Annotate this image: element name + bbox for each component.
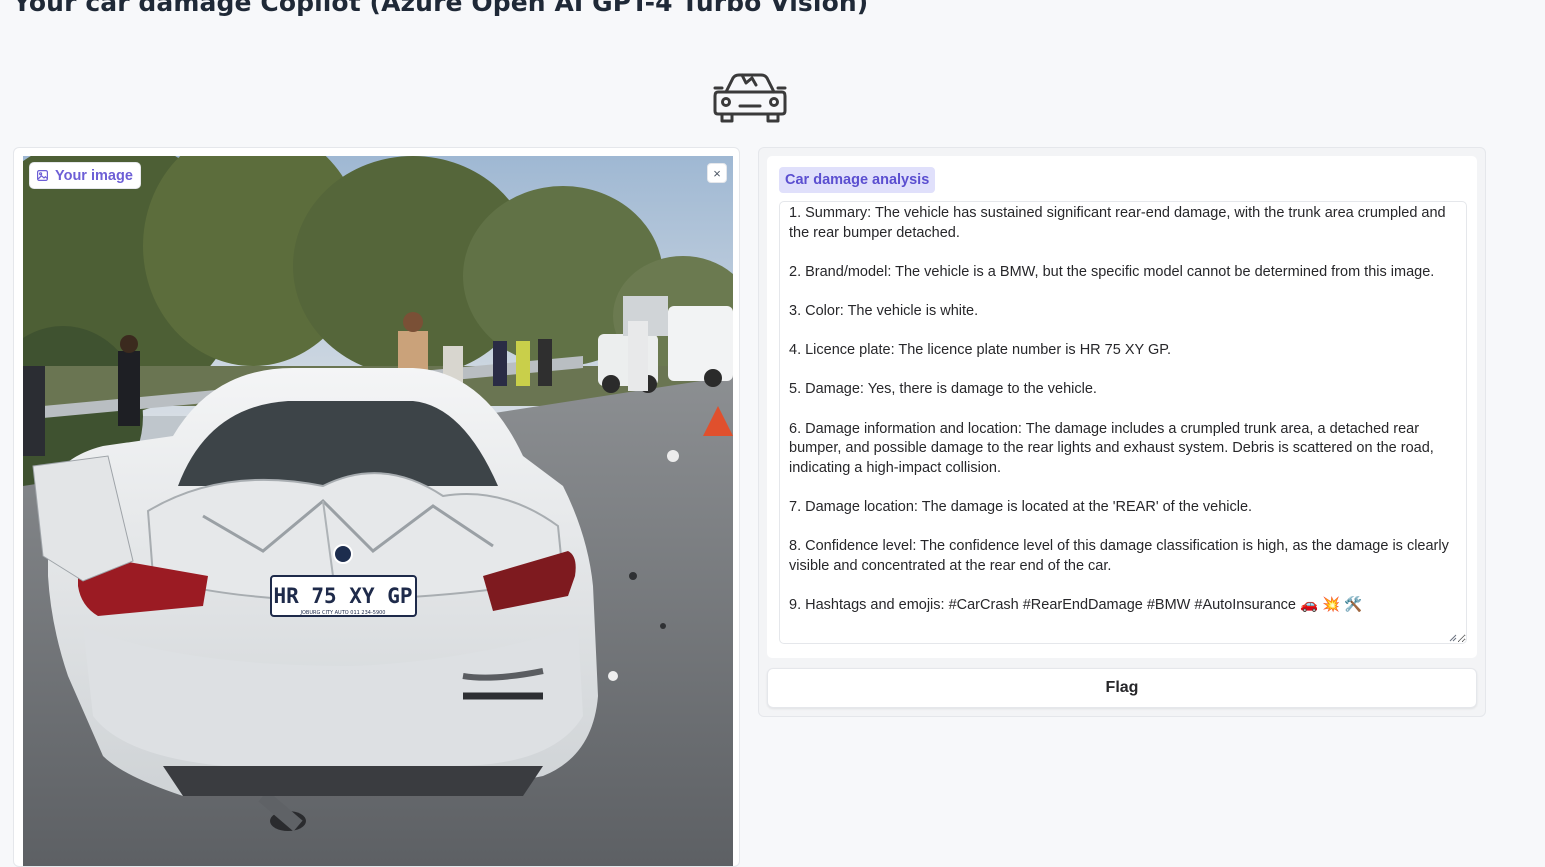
resize-grip-icon[interactable] [1449, 634, 1457, 642]
uploaded-car-image[interactable]: HR 75 XY GP JOBURG CITY AUTO 011 234-590… [23, 156, 733, 866]
image-label-text: Your image [55, 167, 133, 184]
car-crash-photo: HR 75 XY GP JOBURG CITY AUTO 011 234-590… [23, 156, 733, 866]
analysis-textbox[interactable]: 1. Summary: The vehicle has sustained si… [779, 201, 1467, 644]
image-input-panel: HR 75 XY GP JOBURG CITY AUTO 011 234-590… [13, 147, 740, 867]
analysis-label: Car damage analysis [779, 167, 936, 193]
license-plate-text: HR 75 XY GP [273, 584, 412, 608]
close-icon[interactable]: × [707, 163, 727, 183]
car-crash-icon [713, 73, 787, 123]
analysis-output-block: Car damage analysis 1. Summary: The vehi… [767, 156, 1477, 658]
image-icon [37, 170, 48, 181]
analysis-output-panel: Car damage analysis 1. Summary: The vehi… [758, 147, 1486, 717]
image-label: Your image [29, 162, 141, 189]
flag-button[interactable]: Flag [767, 668, 1477, 708]
license-plate-subtext: JOBURG CITY AUTO 011 234-5900 [300, 610, 386, 616]
page-title: Your car damage Copilot (Azure Open AI G… [13, 0, 869, 17]
